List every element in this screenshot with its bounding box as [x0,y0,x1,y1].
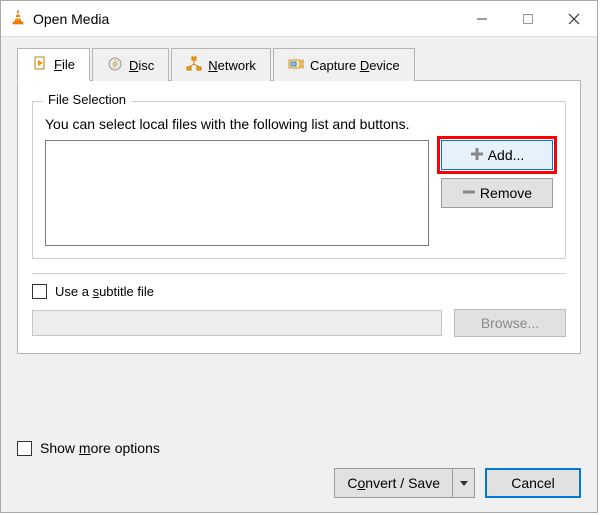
file-selection-group: File Selection You can select local file… [32,101,566,259]
plus-icon [470,147,484,164]
file-selection-intro: You can select local files with the foll… [45,116,553,132]
subtitle-checkbox-row[interactable]: Use a subtitle file [32,284,566,299]
subtitle-path-input [32,310,442,336]
file-list[interactable] [45,140,429,246]
browse-button-label: Browse... [481,315,539,331]
add-button-label: Add... [488,147,525,163]
footer: Show more options Convert / Save Cancel [1,428,597,512]
tab-disc[interactable]: Disc [92,48,169,81]
tab-capture-device[interactable]: Capture Device [273,48,415,81]
close-button[interactable] [551,1,597,36]
remove-button[interactable]: Remove [441,178,553,208]
browse-button: Browse... [454,309,566,337]
show-more-label: Show more options [40,440,160,456]
tab-capture-label: Capture Device [310,58,400,73]
cancel-button[interactable]: Cancel [485,468,581,498]
titlebar: Open Media [1,1,597,37]
file-selection-label: File Selection [43,92,131,107]
minimize-button[interactable] [459,1,505,36]
chevron-down-icon [459,476,469,491]
window-title: Open Media [33,11,459,27]
minus-icon [462,185,476,202]
convert-save-button[interactable]: Convert / Save [334,468,453,498]
tab-bar: File Disc [17,47,581,80]
divider [32,273,566,274]
show-more-checkbox[interactable] [17,441,32,456]
show-more-checkbox-row[interactable]: Show more options [17,440,581,456]
disc-icon [107,56,123,75]
cancel-button-label: Cancel [511,475,555,491]
tab-file-label: File [54,57,75,72]
capture-device-icon [288,56,304,75]
network-icon [186,56,202,75]
tab-network[interactable]: Network [171,48,271,81]
tab-file[interactable]: File [17,48,90,81]
tab-disc-label: Disc [129,58,154,73]
tab-panel-file: File Selection You can select local file… [17,80,581,354]
subtitle-checkbox-label: Use a subtitle file [55,284,154,299]
add-button[interactable]: Add... [441,140,553,170]
subtitle-checkbox[interactable] [32,284,47,299]
vlc-cone-icon [9,8,27,29]
convert-save-split-button[interactable]: Convert / Save [334,468,475,498]
remove-button-label: Remove [480,185,532,201]
file-icon [32,55,48,74]
open-media-window: Open Media File [0,0,598,513]
tab-network-label: Network [208,58,256,73]
maximize-button[interactable] [505,1,551,36]
convert-save-dropdown[interactable] [453,468,475,498]
